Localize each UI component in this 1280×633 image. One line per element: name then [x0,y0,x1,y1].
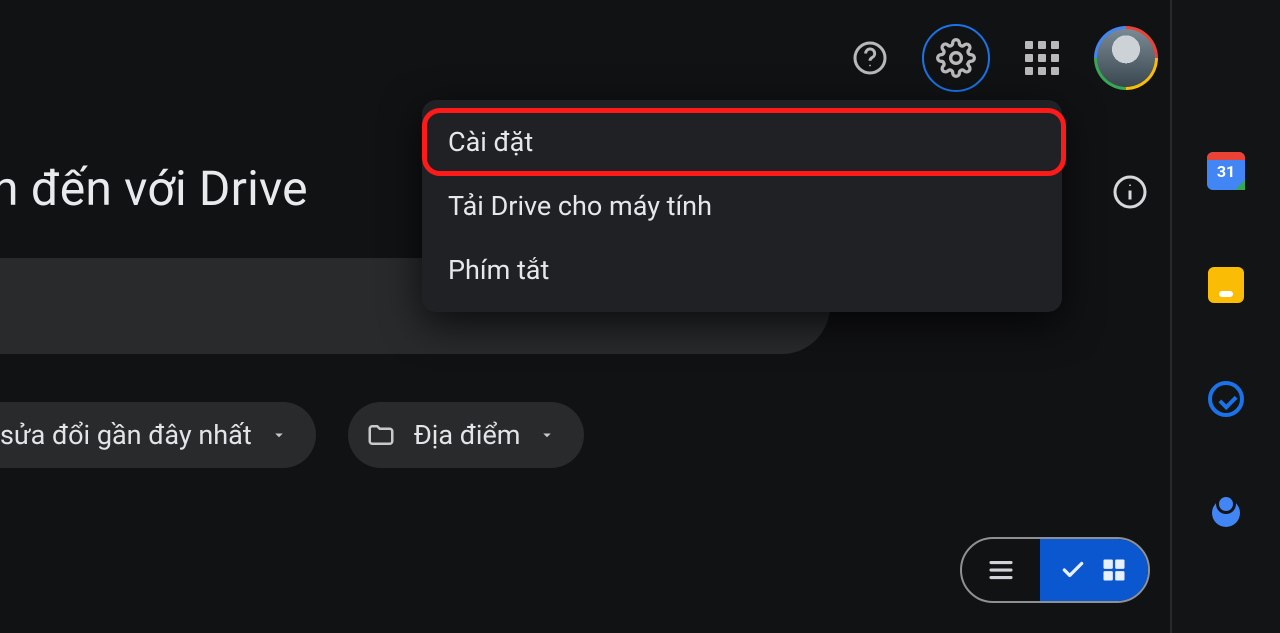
grid-icon [1100,556,1128,584]
topbar [846,24,1158,92]
main-area: n đến với Drive sửa đổi gần đây nhất Địa… [0,0,1172,633]
check-icon [1060,557,1086,583]
list-icon [986,555,1016,585]
settings-button[interactable] [922,24,990,92]
chevron-down-icon [538,426,556,444]
sidepanel-contacts[interactable] [1205,492,1247,534]
view-grid-button[interactable] [1040,539,1148,601]
filter-location-label: Địa điểm [414,419,521,451]
filter-chips: sửa đổi gần đây nhất Địa điểm [0,402,584,468]
chevron-down-icon [270,426,288,444]
account-avatar[interactable] [1094,26,1158,90]
help-button[interactable] [846,34,894,82]
view-list-button[interactable] [962,539,1040,601]
calendar-icon: 31 [1207,152,1245,190]
tasks-icon [1208,381,1244,417]
filter-modified-label: sửa đổi gần đây nhất [0,419,252,451]
menu-item-keyboard-shortcuts[interactable]: Phím tắt [422,238,1062,302]
google-apps-button[interactable] [1018,34,1066,82]
sidepanel-tasks[interactable] [1205,378,1247,420]
apps-grid-icon [1025,41,1059,75]
settings-menu: Cài đặt Tải Drive cho máy tính Phím tắt [422,100,1062,312]
app-root: n đến với Drive sửa đổi gần đây nhất Địa… [0,0,1280,633]
contacts-icon [1212,499,1240,527]
menu-item-label: Tải Drive cho máy tính [448,190,712,222]
page-headline: n đến với Drive [0,160,308,217]
sidepanel-calendar[interactable]: 31 [1205,150,1247,192]
menu-item-settings[interactable]: Cài đặt [422,110,1062,174]
sidepanel-keep[interactable] [1205,264,1247,306]
side-panel: 31 [1172,0,1280,633]
folder-icon [366,420,396,450]
filter-location[interactable]: Địa điểm [348,402,585,468]
gear-icon [936,38,976,78]
keep-icon [1208,267,1244,303]
menu-item-get-drive-desktop[interactable]: Tải Drive cho máy tính [422,174,1062,238]
view-toggle [960,537,1150,603]
menu-item-label: Phím tắt [448,254,549,286]
filter-modified[interactable]: sửa đổi gần đây nhất [0,402,316,468]
menu-item-label: Cài đặt [448,126,533,158]
info-icon [1112,174,1148,210]
info-button[interactable] [1110,172,1150,212]
help-icon [852,40,888,76]
